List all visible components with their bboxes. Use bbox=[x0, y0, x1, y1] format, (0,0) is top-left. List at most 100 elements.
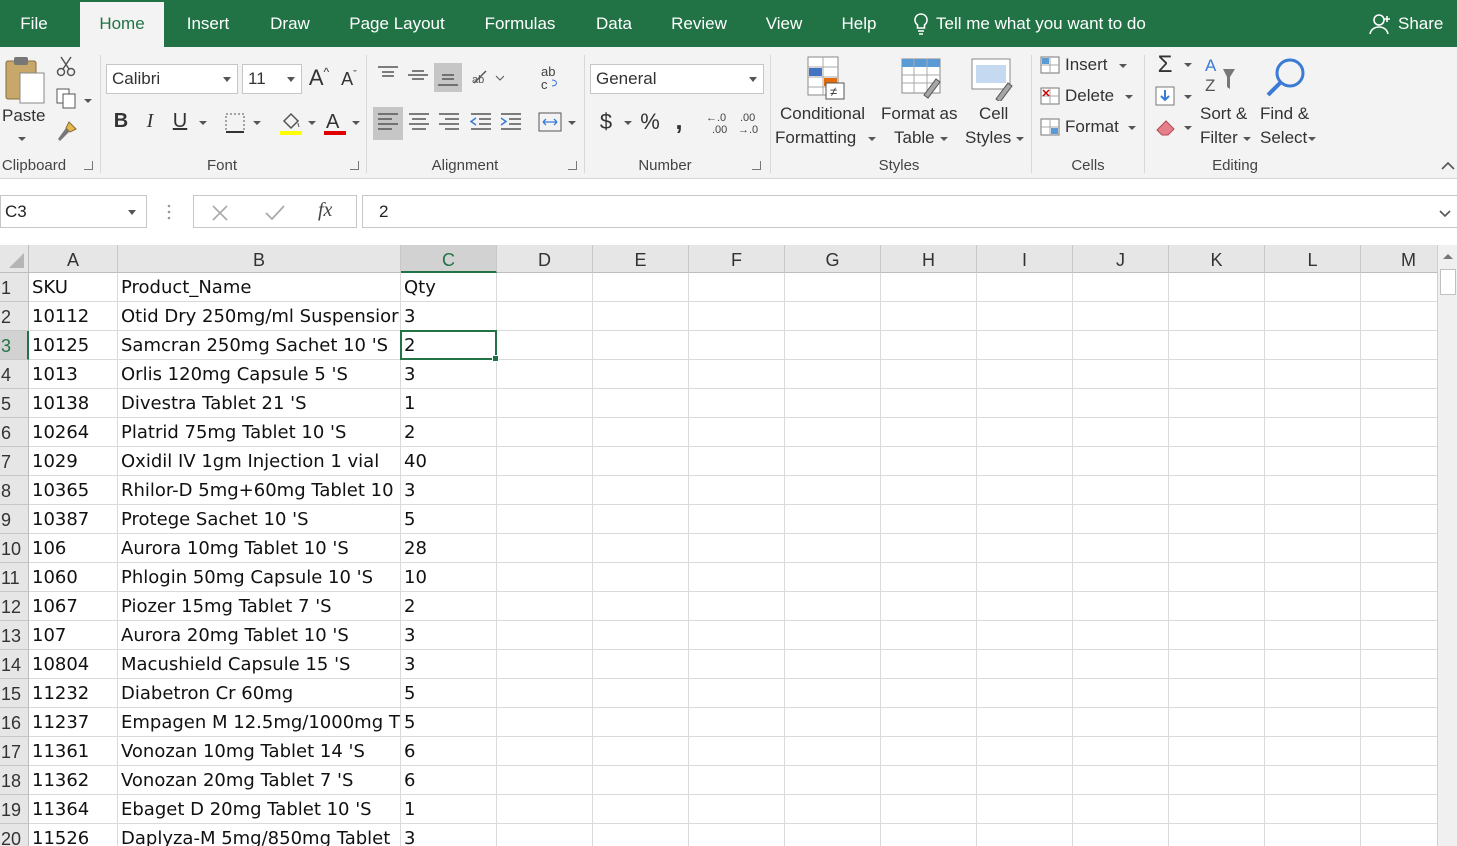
cell-h16[interactable] bbox=[881, 708, 977, 737]
bottom-align-button[interactable] bbox=[434, 63, 462, 92]
cell-a6[interactable]: 10264 bbox=[29, 418, 118, 447]
cell-m1[interactable] bbox=[1361, 273, 1437, 302]
cell-f20[interactable] bbox=[689, 824, 785, 846]
cell-d5[interactable] bbox=[497, 389, 593, 418]
format-cells-caret[interactable] bbox=[1128, 126, 1136, 130]
conditional-formatting-caret[interactable] bbox=[868, 137, 876, 141]
cell-d13[interactable] bbox=[497, 621, 593, 650]
align-right-button[interactable] bbox=[435, 108, 463, 139]
cell-l1[interactable] bbox=[1265, 273, 1361, 302]
cell-l9[interactable] bbox=[1265, 505, 1361, 534]
cell-d15[interactable] bbox=[497, 679, 593, 708]
cell-d8[interactable] bbox=[497, 476, 593, 505]
cell-d20[interactable] bbox=[497, 824, 593, 846]
cell-j20[interactable] bbox=[1073, 824, 1169, 846]
cell-k13[interactable] bbox=[1169, 621, 1265, 650]
tab-insert[interactable]: Insert bbox=[176, 0, 240, 47]
accounting-format-button[interactable]: $ bbox=[596, 109, 616, 135]
cell-i19[interactable] bbox=[977, 795, 1073, 824]
cell-e15[interactable] bbox=[593, 679, 689, 708]
cell-j12[interactable] bbox=[1073, 592, 1169, 621]
cell-m13[interactable] bbox=[1361, 621, 1437, 650]
column-header-b[interactable]: B bbox=[118, 245, 401, 273]
cell-b12[interactable]: Piozer 15mg Tablet 7 'S bbox=[118, 592, 401, 621]
cell-k8[interactable] bbox=[1169, 476, 1265, 505]
row-header[interactable]: 13 bbox=[0, 621, 29, 650]
cell-l4[interactable] bbox=[1265, 360, 1361, 389]
row-header[interactable]: 14 bbox=[0, 650, 29, 679]
column-header-i[interactable]: I bbox=[977, 245, 1073, 273]
cell-e17[interactable] bbox=[593, 737, 689, 766]
cell-d12[interactable] bbox=[497, 592, 593, 621]
font-size-combo[interactable]: 11 bbox=[242, 64, 302, 94]
decrease-font-size-button[interactable]: Aˇ bbox=[338, 69, 360, 90]
cell-a8[interactable]: 10365 bbox=[29, 476, 118, 505]
cell-b1[interactable]: Product_Name bbox=[118, 273, 401, 302]
cell-j3[interactable] bbox=[1073, 331, 1169, 360]
cell-d3[interactable] bbox=[497, 331, 593, 360]
cut-button[interactable] bbox=[55, 55, 77, 80]
row-header[interactable]: 4 bbox=[0, 360, 29, 389]
row-header[interactable]: 12 bbox=[0, 592, 29, 621]
orientation-button[interactable]: ab bbox=[470, 67, 505, 92]
cell-k14[interactable] bbox=[1169, 650, 1265, 679]
cell-d11[interactable] bbox=[497, 563, 593, 592]
cell-b15[interactable]: Diabetron Cr 60mg bbox=[118, 679, 401, 708]
percent-style-button[interactable]: % bbox=[638, 109, 662, 135]
cell-f16[interactable] bbox=[689, 708, 785, 737]
tab-help[interactable]: Help bbox=[830, 0, 888, 47]
cell-c14[interactable]: 3 bbox=[401, 650, 497, 679]
cell-d4[interactable] bbox=[497, 360, 593, 389]
cell-g9[interactable] bbox=[785, 505, 881, 534]
decrease-decimal-button[interactable]: .00 →.0 bbox=[736, 110, 764, 139]
cell-a3[interactable]: 10125 bbox=[29, 331, 118, 360]
cell-l18[interactable] bbox=[1265, 766, 1361, 795]
cell-k6[interactable] bbox=[1169, 418, 1265, 447]
cell-e8[interactable] bbox=[593, 476, 689, 505]
row-header[interactable]: 15 bbox=[0, 679, 29, 708]
cell-g13[interactable] bbox=[785, 621, 881, 650]
cell-j15[interactable] bbox=[1073, 679, 1169, 708]
format-as-table-button[interactable] bbox=[900, 55, 944, 104]
cell-f19[interactable] bbox=[689, 795, 785, 824]
cell-g14[interactable] bbox=[785, 650, 881, 679]
paste-button[interactable] bbox=[4, 55, 48, 108]
cell-l16[interactable] bbox=[1265, 708, 1361, 737]
cell-h14[interactable] bbox=[881, 650, 977, 679]
cell-j9[interactable] bbox=[1073, 505, 1169, 534]
cell-h9[interactable] bbox=[881, 505, 977, 534]
name-box-dropdown-icon[interactable] bbox=[128, 210, 136, 215]
cell-a7[interactable]: 1029 bbox=[29, 447, 118, 476]
sort-filter-button[interactable]: AZ bbox=[1203, 55, 1249, 102]
cell-m2[interactable] bbox=[1361, 302, 1437, 331]
cell-e9[interactable] bbox=[593, 505, 689, 534]
cell-h6[interactable] bbox=[881, 418, 977, 447]
cell-i4[interactable] bbox=[977, 360, 1073, 389]
cell-f6[interactable] bbox=[689, 418, 785, 447]
cell-k5[interactable] bbox=[1169, 389, 1265, 418]
tab-draw[interactable]: Draw bbox=[260, 0, 320, 47]
cell-g16[interactable] bbox=[785, 708, 881, 737]
cell-f5[interactable] bbox=[689, 389, 785, 418]
cell-g17[interactable] bbox=[785, 737, 881, 766]
cell-l7[interactable] bbox=[1265, 447, 1361, 476]
cell-i8[interactable] bbox=[977, 476, 1073, 505]
borders-button[interactable] bbox=[224, 112, 246, 137]
font-dialog-launcher[interactable] bbox=[350, 161, 359, 170]
cell-k11[interactable] bbox=[1169, 563, 1265, 592]
increase-indent-button[interactable] bbox=[497, 108, 525, 139]
row-header[interactable]: 8 bbox=[0, 476, 29, 505]
cell-l12[interactable] bbox=[1265, 592, 1361, 621]
top-align-button[interactable] bbox=[376, 65, 400, 88]
cell-b13[interactable]: Aurora 20mg Tablet 10 'S bbox=[118, 621, 401, 650]
row-header[interactable]: 10 bbox=[0, 534, 29, 563]
cell-f2[interactable] bbox=[689, 302, 785, 331]
cell-i17[interactable] bbox=[977, 737, 1073, 766]
cell-h20[interactable] bbox=[881, 824, 977, 846]
delete-cells-caret[interactable] bbox=[1125, 95, 1133, 99]
column-header-m[interactable]: M bbox=[1361, 245, 1437, 273]
cell-i5[interactable] bbox=[977, 389, 1073, 418]
cell-e13[interactable] bbox=[593, 621, 689, 650]
cell-e7[interactable] bbox=[593, 447, 689, 476]
cell-g3[interactable] bbox=[785, 331, 881, 360]
